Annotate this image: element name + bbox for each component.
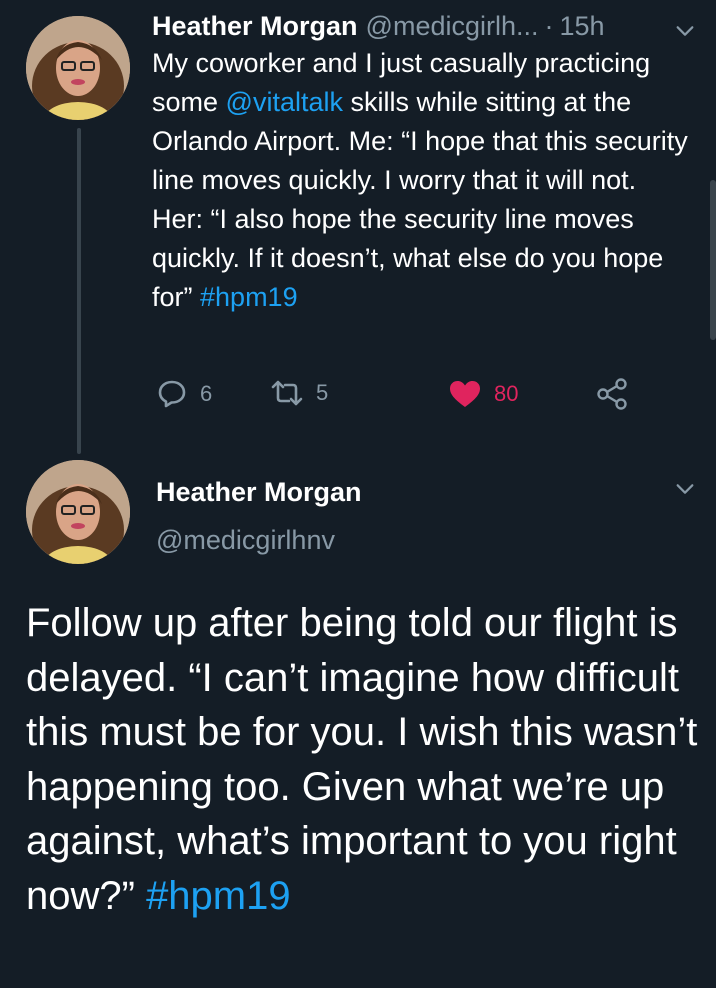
share-icon <box>597 378 627 410</box>
retweet-icon <box>271 380 303 406</box>
heart-icon <box>450 381 480 407</box>
tweet-text: Follow up after being told our flight is… <box>26 596 706 923</box>
tweet-text-segment: skills while sitting at the Orlando Airp… <box>152 87 688 312</box>
thread-connector <box>77 128 81 454</box>
chevron-down-icon[interactable] <box>674 478 696 500</box>
tweet[interactable]: Heather Morgan @medicgirlh... · 15h My c… <box>152 8 692 317</box>
author-name[interactable]: Heather Morgan <box>156 474 362 510</box>
tweet-text: My coworker and I just casually practici… <box>152 44 692 317</box>
author-handle[interactable]: @medicgirlh... <box>366 8 539 44</box>
separator-dot: · <box>544 11 554 41</box>
tweet-header: Heather Morgan @medicgirlh... · 15h <box>152 8 692 44</box>
avatar[interactable] <box>26 16 130 120</box>
avatar-photo <box>26 16 130 120</box>
retweet-count: 5 <box>316 380 329 405</box>
mention-link[interactable]: @vitaltalk <box>226 87 343 117</box>
author-name[interactable]: Heather Morgan <box>152 8 358 44</box>
avatar[interactable] <box>26 460 130 564</box>
tweet-text-segment: Follow up after being told our flight is… <box>26 601 698 918</box>
scrollbar[interactable] <box>710 180 716 340</box>
share-button[interactable] <box>596 378 640 410</box>
like-count: 80 <box>494 381 519 406</box>
reply-icon <box>158 380 186 408</box>
like-button[interactable]: 80 <box>448 378 518 410</box>
hashtag-link[interactable]: #hpm19 <box>146 874 291 918</box>
reply-button[interactable]: 6 <box>156 378 212 410</box>
reply-count: 6 <box>200 381 213 406</box>
chevron-down-icon[interactable] <box>674 20 696 42</box>
tweet-actions: 6 5 80 <box>152 378 652 418</box>
avatar-photo <box>26 460 130 564</box>
author-handle[interactable]: @medicgirlhnv <box>156 522 335 558</box>
hashtag-link[interactable]: #hpm19 <box>200 282 298 312</box>
tweet-time[interactable]: 15h <box>560 8 605 44</box>
retweet-button[interactable]: 5 <box>270 378 328 408</box>
